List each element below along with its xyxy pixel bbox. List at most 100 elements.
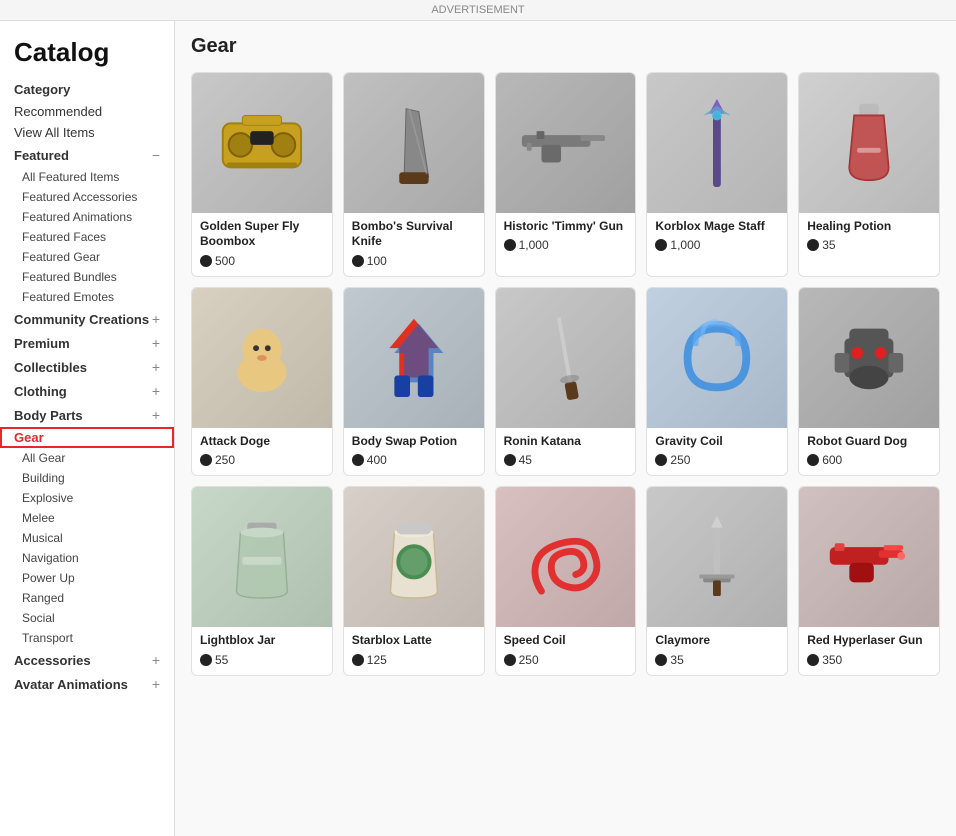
robux-icon-6 xyxy=(200,454,212,466)
page-wrapper: ADVERTISEMENT Catalog Category Recommend… xyxy=(0,0,956,836)
sidebar-item-featured-animations[interactable]: Featured Animations xyxy=(0,207,174,227)
sidebar-item-transport[interactable]: Transport xyxy=(0,628,174,648)
item-info-10: Robot Guard Dog 600 xyxy=(799,428,939,476)
sidebar-item-featured-bundles[interactable]: Featured Bundles xyxy=(0,267,174,287)
sidebar-item-melee[interactable]: Melee xyxy=(0,508,174,528)
item-thumb-9 xyxy=(647,288,787,428)
item-card-1[interactable]: Golden Super Fly Boombox 500 xyxy=(191,72,333,277)
sidebar-item-ranged[interactable]: Ranged xyxy=(0,588,174,608)
sidebar-section-accessories: Accessories + xyxy=(0,648,174,672)
sidebar-section-clothing: Clothing + xyxy=(0,379,174,403)
item-card-11[interactable]: Lightblox Jar 55 xyxy=(191,486,333,675)
robux-icon-10 xyxy=(807,454,819,466)
sidebar-item-featured-emotes[interactable]: Featured Emotes xyxy=(0,287,174,307)
item-price-value-15: 350 xyxy=(822,653,842,667)
item-name-7: Body Swap Potion xyxy=(352,434,476,450)
item-thumb-12 xyxy=(344,487,484,627)
item-info-11: Lightblox Jar 55 xyxy=(192,627,332,675)
item-price-value-1: 500 xyxy=(215,254,235,268)
item-price-value-8: 45 xyxy=(519,453,532,467)
accessories-toggle[interactable]: + xyxy=(152,652,160,668)
item-info-15: Red Hyperlaser Gun 350 xyxy=(799,627,939,675)
item-card-10[interactable]: Robot Guard Dog 600 xyxy=(798,287,940,476)
avatar-animations-toggle[interactable]: + xyxy=(152,676,160,692)
item-name-2: Bombo's Survival Knife xyxy=(352,219,476,250)
robux-icon-3 xyxy=(504,239,516,251)
content-area: Gear Golden xyxy=(175,21,956,836)
sidebar-item-all-featured[interactable]: All Featured Items xyxy=(0,167,174,187)
robux-icon-12 xyxy=(352,654,364,666)
sidebar-item-explosive[interactable]: Explosive xyxy=(0,488,174,508)
sidebar-section-premium: Premium + xyxy=(0,331,174,355)
item-name-14: Claymore xyxy=(655,633,779,649)
item-name-9: Gravity Coil xyxy=(655,434,779,450)
sidebar-item-building[interactable]: Building xyxy=(0,468,174,488)
featured-toggle[interactable]: − xyxy=(152,147,160,163)
item-price-11: 55 xyxy=(200,653,324,667)
sidebar-section-featured: Featured − xyxy=(0,143,174,167)
item-card-2[interactable]: Bombo's Survival Knife 100 xyxy=(343,72,485,277)
sidebar-item-navigation[interactable]: Navigation xyxy=(0,548,174,568)
robux-icon-4 xyxy=(655,239,667,251)
item-price-2: 100 xyxy=(352,254,476,268)
clothing-label: Clothing xyxy=(14,384,67,399)
item-name-8: Ronin Katana xyxy=(504,434,628,450)
item-price-7: 400 xyxy=(352,453,476,467)
body-parts-toggle[interactable]: + xyxy=(152,407,160,423)
item-card-15[interactable]: Red Hyperlaser Gun 350 xyxy=(798,486,940,675)
item-thumb-11 xyxy=(192,487,332,627)
item-info-1: Golden Super Fly Boombox 500 xyxy=(192,213,332,276)
robux-icon-1 xyxy=(200,255,212,267)
item-thumb-14 xyxy=(647,487,787,627)
item-card-6[interactable]: Attack Doge 250 xyxy=(191,287,333,476)
item-card-9[interactable]: Gravity Coil 250 xyxy=(646,287,788,476)
item-card-14[interactable]: Claymore 35 xyxy=(646,486,788,675)
sidebar-item-musical[interactable]: Musical xyxy=(0,528,174,548)
item-thumb-3 xyxy=(496,73,636,213)
premium-toggle[interactable]: + xyxy=(152,335,160,351)
sidebar: Catalog Category Recommended View All It… xyxy=(0,21,175,836)
community-toggle[interactable]: + xyxy=(152,311,160,327)
item-card-7[interactable]: Body Swap Potion 400 xyxy=(343,287,485,476)
sidebar-item-featured-gear[interactable]: Featured Gear xyxy=(0,247,174,267)
sidebar-item-featured-accessories[interactable]: Featured Accessories xyxy=(0,187,174,207)
item-card-4[interactable]: Korblox Mage Staff 1,000 xyxy=(646,72,788,277)
item-name-12: Starblox Latte xyxy=(352,633,476,649)
item-price-value-12: 125 xyxy=(367,653,387,667)
sidebar-item-social[interactable]: Social xyxy=(0,608,174,628)
clothing-toggle[interactable]: + xyxy=(152,383,160,399)
item-card-12[interactable]: Starblox Latte 125 xyxy=(343,486,485,675)
collectibles-toggle[interactable]: + xyxy=(152,359,160,375)
robux-icon-14 xyxy=(655,654,667,666)
sidebar-item-all-gear[interactable]: All Gear xyxy=(0,448,174,468)
item-info-7: Body Swap Potion 400 xyxy=(344,428,484,476)
item-card-8[interactable]: Ronin Katana 45 xyxy=(495,287,637,476)
sidebar-item-featured-faces[interactable]: Featured Faces xyxy=(0,227,174,247)
item-price-9: 250 xyxy=(655,453,779,467)
sidebar-section-avatar-animations: Avatar Animations + xyxy=(0,672,174,696)
robux-icon-2 xyxy=(352,255,364,267)
item-price-value-2: 100 xyxy=(367,254,387,268)
item-thumb-4 xyxy=(647,73,787,213)
sidebar-item-recommended[interactable]: Recommended xyxy=(0,101,174,122)
item-name-13: Speed Coil xyxy=(504,633,628,649)
item-name-10: Robot Guard Dog xyxy=(807,434,931,450)
item-card-13[interactable]: Speed Coil 250 xyxy=(495,486,637,675)
item-name-4: Korblox Mage Staff xyxy=(655,219,779,235)
premium-label: Premium xyxy=(14,336,70,351)
item-info-6: Attack Doge 250 xyxy=(192,428,332,476)
sidebar-item-gear[interactable]: Gear xyxy=(0,427,174,448)
featured-label: Featured xyxy=(14,148,69,163)
robux-icon-9 xyxy=(655,454,667,466)
item-price-8: 45 xyxy=(504,453,628,467)
sidebar-item-view-all[interactable]: View All Items xyxy=(0,122,174,143)
item-card-5[interactable]: Healing Potion 35 xyxy=(798,72,940,277)
sidebar-title: Catalog xyxy=(0,31,174,78)
sidebar-item-power-up[interactable]: Power Up xyxy=(0,568,174,588)
item-info-13: Speed Coil 250 xyxy=(496,627,636,675)
items-grid: Golden Super Fly Boombox 500 xyxy=(191,72,940,676)
sidebar-section-body-parts: Body Parts + xyxy=(0,403,174,427)
item-info-14: Claymore 35 xyxy=(647,627,787,675)
item-card-3[interactable]: Historic 'Timmy' Gun 1,000 xyxy=(495,72,637,277)
item-price-value-7: 400 xyxy=(367,453,387,467)
